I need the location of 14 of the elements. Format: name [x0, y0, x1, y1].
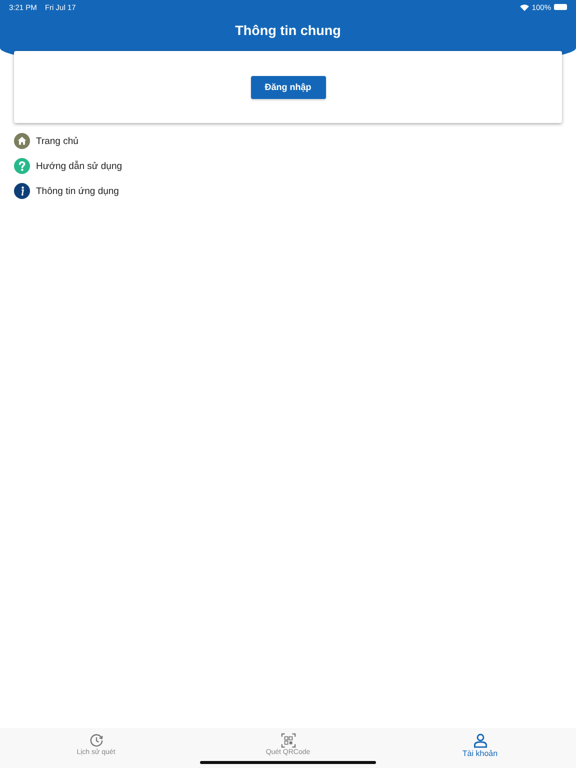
qr-code-icon [280, 733, 296, 748]
history-icon [88, 733, 104, 748]
wifi-icon [520, 4, 529, 10]
menu-item[interactable]: Trang chủ [36, 136, 78, 146]
home-icon [14, 133, 30, 149]
menu-item[interactable]: Hướng dẫn sử dụng [36, 160, 122, 172]
battery-icon [554, 4, 567, 10]
tab[interactable]: Tài khoản [384, 728, 576, 768]
info-icon [14, 183, 30, 199]
page-title: Thông tin chung [235, 23, 341, 38]
menu-item[interactable]: Thông tin ứng dụng [36, 186, 119, 196]
login-button[interactable]: Đăng nhập [250, 76, 326, 98]
help-icon [14, 158, 30, 174]
user-icon [472, 733, 488, 748]
